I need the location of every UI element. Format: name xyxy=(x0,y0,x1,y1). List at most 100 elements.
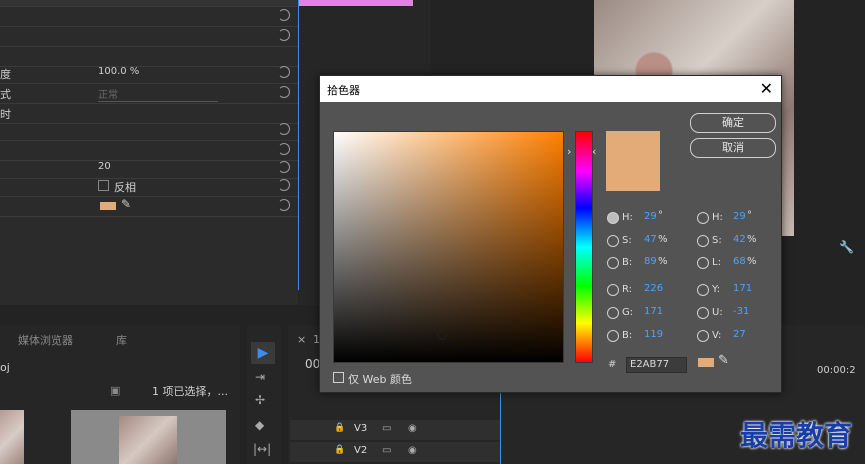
tab-media-browser[interactable]: 媒体浏览器 xyxy=(18,332,73,348)
label-r: R: xyxy=(622,284,633,295)
blend-mode-select[interactable]: 正常 xyxy=(98,86,218,102)
selection-tool-icon[interactable]: ▶ xyxy=(251,342,275,364)
reset-icon[interactable] xyxy=(278,143,290,155)
unit-percent: % xyxy=(747,256,757,267)
reset-icon[interactable] xyxy=(278,86,290,98)
value-rgb-r[interactable]: 226 xyxy=(644,283,663,294)
color-picker-cursor[interactable] xyxy=(437,330,447,340)
eyedropper-icon[interactable]: ✎ xyxy=(121,197,131,211)
hex-input[interactable]: E2AB77 xyxy=(626,357,687,373)
value-yuv-u[interactable]: -31 xyxy=(733,306,749,317)
radio-yuv-y[interactable] xyxy=(697,284,709,296)
reset-icon[interactable] xyxy=(278,123,290,135)
saturation-brightness-field[interactable] xyxy=(333,131,564,363)
reset-icon[interactable] xyxy=(278,199,290,211)
value-hsl-l[interactable]: 68 xyxy=(733,256,746,267)
hue-arrow-left-icon[interactable]: › xyxy=(567,145,571,158)
reset-icon[interactable] xyxy=(278,9,290,21)
cancel-button[interactable]: 取消 xyxy=(690,138,776,158)
unit-degree: ° xyxy=(658,210,663,221)
eye-icon[interactable]: ◉ xyxy=(408,423,417,434)
feather-value[interactable]: 20 xyxy=(98,161,111,172)
value-hsl-s[interactable]: 42 xyxy=(733,234,746,245)
effect-row xyxy=(0,6,298,27)
invert-checkbox[interactable] xyxy=(98,180,109,191)
radio-hsb-h[interactable] xyxy=(607,212,619,224)
reset-icon[interactable] xyxy=(278,29,290,41)
reset-icon[interactable] xyxy=(278,66,290,78)
web-colors-only-checkbox[interactable] xyxy=(333,372,344,383)
reset-icon[interactable] xyxy=(278,161,290,173)
reset-icon[interactable] xyxy=(278,179,290,191)
effect-controls-panel: 度 100.0 % 式 正常 时 20 反相 ✎ xyxy=(0,0,298,305)
effect-row-invert: 反相 xyxy=(0,176,298,197)
radio-rgb-g[interactable] xyxy=(607,307,619,319)
lock-icon[interactable]: 🔒 xyxy=(334,423,345,433)
effect-row xyxy=(0,26,298,47)
radio-hsb-s[interactable] xyxy=(607,235,619,247)
lock-icon[interactable]: 🔒 xyxy=(334,445,345,455)
label-u: U: xyxy=(712,307,723,318)
track-label: V3 xyxy=(354,423,368,434)
color-swatch[interactable] xyxy=(100,202,116,210)
folder-icon[interactable]: ▣ xyxy=(110,384,120,397)
value-yuv-y[interactable]: 171 xyxy=(733,283,752,294)
radio-hsl-h[interactable] xyxy=(697,212,709,224)
tab-library[interactable]: 库 xyxy=(116,332,127,348)
radio-hsl-s[interactable] xyxy=(697,235,709,247)
eye-icon[interactable]: ◉ xyxy=(408,445,417,456)
clip-bar xyxy=(298,0,413,6)
value-hsl-h[interactable]: 29 xyxy=(733,211,746,222)
radio-hsl-l[interactable] xyxy=(697,257,709,269)
radio-yuv-v[interactable] xyxy=(697,330,709,342)
playhead-line xyxy=(298,0,299,290)
value-rgb-b[interactable]: 119 xyxy=(644,329,663,340)
radio-hsb-b[interactable] xyxy=(607,257,619,269)
value-hsb-b[interactable]: 89 xyxy=(644,256,657,267)
hex-hash-label: # xyxy=(608,359,617,370)
eyedropper-icon[interactable]: ✎ xyxy=(718,353,729,368)
value-hsb-h[interactable]: 29 xyxy=(644,211,657,222)
watermark-logo: 最需教育 xyxy=(740,419,853,452)
dialog-titlebar[interactable]: 拾色器 ✕ xyxy=(320,76,781,102)
label-h: H: xyxy=(712,212,723,223)
label-v: V: xyxy=(712,330,722,341)
hue-arrow-right-icon[interactable]: ‹ xyxy=(592,145,596,158)
opacity-value[interactable]: 100.0 % xyxy=(98,66,139,77)
value-hsb-s[interactable]: 47 xyxy=(644,234,657,245)
small-color-swatch xyxy=(698,358,714,367)
slip-tool-icon[interactable]: |↔| xyxy=(253,442,271,456)
radio-yuv-u[interactable] xyxy=(697,307,709,319)
hue-slider[interactable] xyxy=(575,131,593,363)
radio-rgb-r[interactable] xyxy=(607,284,619,296)
effect-row-color: ✎ xyxy=(0,196,298,217)
value-yuv-v[interactable]: 27 xyxy=(733,329,746,340)
selection-status: 1 项已选择，... xyxy=(152,385,228,398)
color-picker-dialog: 拾色器 ✕ › ‹ 确定 取消 H: 29 ° S: 47 % B: 89 % … xyxy=(319,75,782,393)
close-icon[interactable]: ✕ xyxy=(760,79,773,98)
thumbnail-image xyxy=(119,416,177,464)
sync-icon[interactable]: ▭ xyxy=(382,423,391,434)
thumbnail-selected[interactable] xyxy=(71,410,226,464)
wrench-icon[interactable]: 🔧 xyxy=(839,240,854,254)
current-color-swatch xyxy=(606,131,660,191)
unit-percent: % xyxy=(658,256,668,267)
label-g: G: xyxy=(622,307,634,318)
unit-percent: % xyxy=(747,234,757,245)
razor-tool-icon[interactable]: ◆ xyxy=(255,418,264,432)
sync-icon[interactable]: ▭ xyxy=(382,445,391,456)
ok-button[interactable]: 确定 xyxy=(690,113,776,133)
track-select-tool-icon[interactable]: ⇥ xyxy=(255,370,265,384)
radio-rgb-b[interactable] xyxy=(607,330,619,342)
effect-row-blend-mode: 式 正常 xyxy=(0,83,298,104)
tab-close-icon[interactable]: × xyxy=(297,333,306,346)
effect-label: 度 xyxy=(0,68,11,81)
label-b: B: xyxy=(622,330,633,341)
thumbnail[interactable] xyxy=(0,410,24,464)
project-name: oj xyxy=(0,361,10,374)
label-s: S: xyxy=(712,235,722,246)
label-s: S: xyxy=(622,235,632,246)
ripple-edit-tool-icon[interactable]: ✢ xyxy=(255,393,265,407)
track-v2: 🔒 V2 ▭ ◉ xyxy=(290,442,500,462)
value-rgb-g[interactable]: 171 xyxy=(644,306,663,317)
